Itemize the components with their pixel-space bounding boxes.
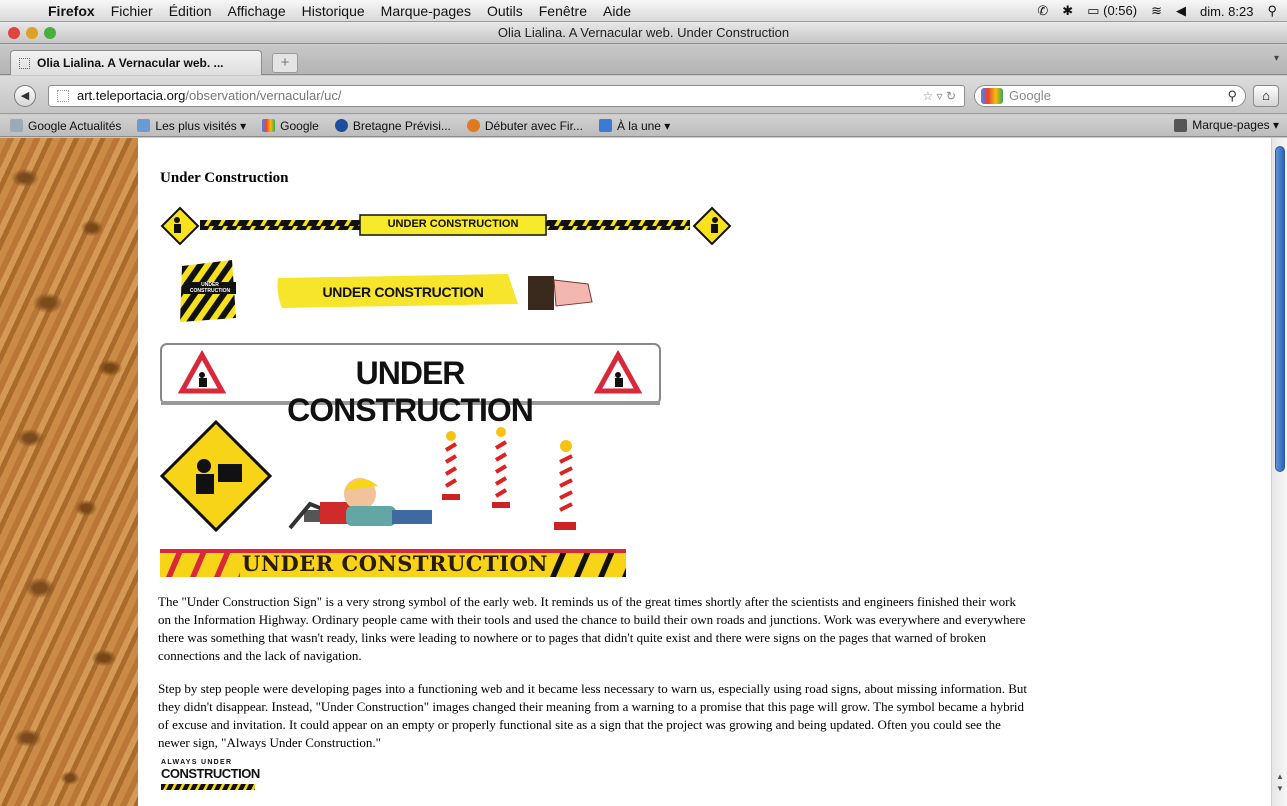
warning-plate-sign: UNDER CONSTRUCTION [160, 343, 661, 428]
bookmark-google-actualites[interactable]: Google Actualités [10, 119, 121, 133]
news-feed-icon [10, 119, 23, 132]
bookmark-star-icon[interactable]: ☆ [922, 89, 933, 103]
url-path: /observation/vernacular/uc/ [185, 88, 342, 103]
new-tab-button[interactable]: + [272, 53, 298, 73]
menu-historique[interactable]: Historique [302, 3, 365, 19]
battery-status[interactable]: ▭ (0:56) [1087, 3, 1137, 19]
zoom-window-icon[interactable] [44, 27, 56, 39]
bookmark-label: Les plus visités ▾ [155, 118, 247, 133]
menu-affichage[interactable]: Affichage [228, 3, 286, 19]
bookmarks-menu-label: Marque-pages ▾ [1192, 118, 1279, 132]
url-bar[interactable]: art.teleportacia.org/observation/vernacu… [48, 85, 965, 107]
bookmark-label: Bretagne Prévisi... [352, 118, 451, 133]
striped-under-construction-banner: UNDER CONSTRUCTION [160, 549, 626, 577]
second-paragraph: Step by step people were developing page… [158, 681, 1028, 750]
folder-icon [137, 119, 151, 132]
menu-aide[interactable]: Aide [603, 3, 631, 19]
clock[interactable]: dim. 8:23 [1200, 4, 1253, 19]
brush-small-label: UNDER CONSTRUCTION [184, 282, 236, 294]
url-bar-controls: ☆ ▿ ↻ [922, 86, 956, 106]
worker-cartoon-illustration [159, 419, 590, 538]
brush-label: UNDER CONSTRUCTION [322, 284, 484, 300]
scroll-down-arrow-icon[interactable]: ▼ [1275, 784, 1285, 793]
scroll-up-arrow-icon[interactable]: ▲ [1275, 772, 1285, 781]
bookmarks-toolbar: Google Actualités Les plus visités ▾ Goo… [0, 115, 1287, 137]
reload-icon[interactable]: ↻ [946, 89, 956, 103]
bookmark-bretagne-previsions[interactable]: Bretagne Prévisi... [334, 118, 451, 133]
bookmark-label: À la une ▾ [616, 118, 671, 133]
brush-under-construction-sign: UNDER CONSTRUCTION UNDER CONSTRUCTION [178, 260, 598, 326]
construction-label: CONSTRUCTION [161, 766, 260, 781]
intro-paragraph: The "Under Construction Sign" is a very … [158, 594, 1026, 663]
tab-label: Olia Lialina. A Vernacular web. ... [37, 56, 224, 70]
close-window-icon[interactable] [8, 27, 20, 39]
bookmark-label: Google [280, 118, 319, 133]
tab-active[interactable]: Olia Lialina. A Vernacular web. ... [10, 50, 262, 75]
menu-marque-pages[interactable]: Marque-pages [381, 3, 471, 19]
bookmarks-icon [1174, 118, 1188, 132]
always-under-construction-sign: ALWAYS UNDER CONSTRUCTION [161, 759, 260, 793]
always-stripe-graphic [161, 784, 255, 790]
navigation-toolbar: ◀ art.teleportacia.org/observation/verna… [0, 76, 1287, 114]
bookmark-debuter-avec-firefox[interactable]: Débuter avec Fir... [466, 118, 583, 133]
search-icon[interactable]: ⚲ [1227, 86, 1237, 106]
page-favicon-icon [19, 57, 30, 69]
menu-firefox[interactable]: Firefox [48, 3, 95, 19]
wifi-icon[interactable]: ≋ [1151, 3, 1162, 19]
status-area: ✆ ✱ ▭ (0:56) ≋ ◀ dim. 8:23 ⚲ [1023, 0, 1277, 22]
barrier-post [442, 431, 460, 500]
phone-icon[interactable]: ✆ [1037, 3, 1048, 19]
google-search-engine-icon[interactable] [981, 88, 1003, 104]
page-viewport: Under Construction UNDER CONSTRUCTION UN… [0, 138, 1271, 806]
site-identity-icon[interactable] [57, 90, 69, 102]
under-construction-barrier-sign: UNDER CONSTRUCTION [160, 206, 732, 246]
barrier-label: UNDER CONSTRUCTION [387, 218, 519, 230]
bookmark-google[interactable]: Google [262, 119, 319, 133]
menu-fichier[interactable]: Fichier [111, 3, 153, 19]
tab-list-chevron-icon[interactable]: ▾ [1274, 53, 1279, 64]
history-dropdown-icon[interactable]: ▿ [937, 89, 943, 103]
bookmark-label: Google Actualités [28, 118, 122, 133]
menu-outils[interactable]: Outils [487, 3, 523, 19]
always-label: ALWAYS UNDER [161, 759, 233, 766]
back-button[interactable]: ◀ [14, 85, 36, 107]
striped-banner-label: UNDER CONSTRUCTION [242, 551, 548, 576]
url-domain: art.teleportacia.org [77, 88, 186, 103]
scrollbar-thumb[interactable] [1275, 146, 1285, 472]
minimize-window-icon[interactable] [26, 27, 38, 39]
menu-edition[interactable]: Édition [169, 3, 212, 19]
bookmark-les-plus-visites[interactable]: Les plus visités ▾ [137, 119, 246, 133]
menu-fenetre[interactable]: Fenêtre [539, 3, 587, 19]
window-titlebar: Olia Lialina. A Vernacular web. Under Co… [0, 22, 1287, 44]
rss-feed-icon [598, 119, 612, 132]
firefox-icon [466, 119, 480, 132]
mac-menubar: Firefox Fichier Édition Affichage Histor… [0, 0, 1287, 22]
google-icon [262, 119, 276, 132]
spotlight-search-icon[interactable]: ⚲ [1267, 3, 1277, 19]
window-title: Olia Lialina. A Vernacular web. Under Co… [497, 25, 790, 40]
weather-icon [334, 119, 348, 132]
bookmark-a-la-une[interactable]: À la une ▾ [598, 118, 671, 133]
warning-plate-label: UNDER CONSTRUCTION [287, 355, 534, 428]
vertical-scrollbar[interactable]: ▲ ▼ [1271, 138, 1287, 806]
home-button[interactable]: ⌂ [1253, 85, 1279, 107]
page-title: Under Construction [160, 170, 289, 186]
wood-texture-background [0, 138, 138, 806]
battery-time: (0:56) [1103, 3, 1138, 18]
worker-cartoon-graphic [159, 419, 576, 533]
search-bar[interactable]: Google ⚲ [974, 85, 1246, 107]
bluetooth-icon[interactable]: ✱ [1062, 3, 1073, 19]
bookmarks-menu-button[interactable]: Marque-pages ▾ [1174, 118, 1279, 132]
bookmark-label: Débuter avec Fir... [484, 118, 583, 133]
volume-icon[interactable]: ◀ [1176, 3, 1186, 19]
tab-strip: Olia Lialina. A Vernacular web. ... + ▾ [0, 45, 1287, 75]
search-placeholder: Google [1009, 88, 1051, 103]
